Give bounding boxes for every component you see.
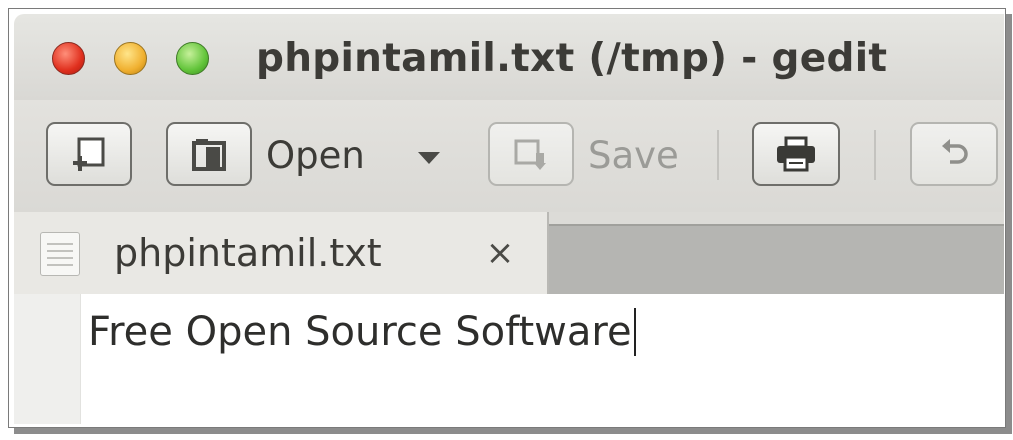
toolbar: Open Save <box>14 100 1004 212</box>
save-button[interactable] <box>488 122 574 186</box>
window-title: phpintamil.txt (/tmp) - gedit <box>256 36 888 81</box>
open-button[interactable] <box>166 122 252 186</box>
save-button-label[interactable]: Save <box>588 132 679 180</box>
open-button-label[interactable]: Open <box>266 132 365 180</box>
minimize-window-button[interactable] <box>114 42 147 75</box>
tab-phpintamil-txt[interactable]: phpintamil.txt × <box>14 212 549 294</box>
close-window-button[interactable] <box>52 42 85 75</box>
tab-bar-empty-area <box>549 224 1004 294</box>
toolbar-separator <box>717 130 719 180</box>
close-tab-icon[interactable]: × <box>482 230 518 276</box>
text-cursor <box>633 308 636 356</box>
undo-button[interactable] <box>910 122 998 186</box>
open-folder-icon <box>190 135 228 173</box>
toolbar-separator <box>874 130 876 180</box>
new-document-button[interactable] <box>46 122 132 186</box>
editor-line[interactable]: Free Open Source Software <box>88 306 636 358</box>
title-bar[interactable]: phpintamil.txt (/tmp) - gedit <box>14 14 1004 100</box>
undo-icon <box>936 136 972 172</box>
print-icon <box>774 135 818 173</box>
text-file-icon <box>40 232 80 276</box>
save-icon <box>512 135 550 173</box>
tab-bar: phpintamil.txt × <box>14 212 1004 294</box>
gedit-window: phpintamil.txt (/tmp) - gedit Open Save … <box>14 14 1004 424</box>
maximize-window-button[interactable] <box>176 42 209 75</box>
editor-line-text: Free Open Source Software <box>88 309 632 355</box>
tab-label: phpintamil.txt <box>114 231 382 275</box>
text-editor[interactable]: Free Open Source Software <box>14 294 1004 424</box>
editor-gutter <box>14 294 81 424</box>
chevron-down-icon[interactable] <box>418 152 440 164</box>
print-button[interactable] <box>752 122 840 186</box>
new-document-icon <box>71 135 107 173</box>
